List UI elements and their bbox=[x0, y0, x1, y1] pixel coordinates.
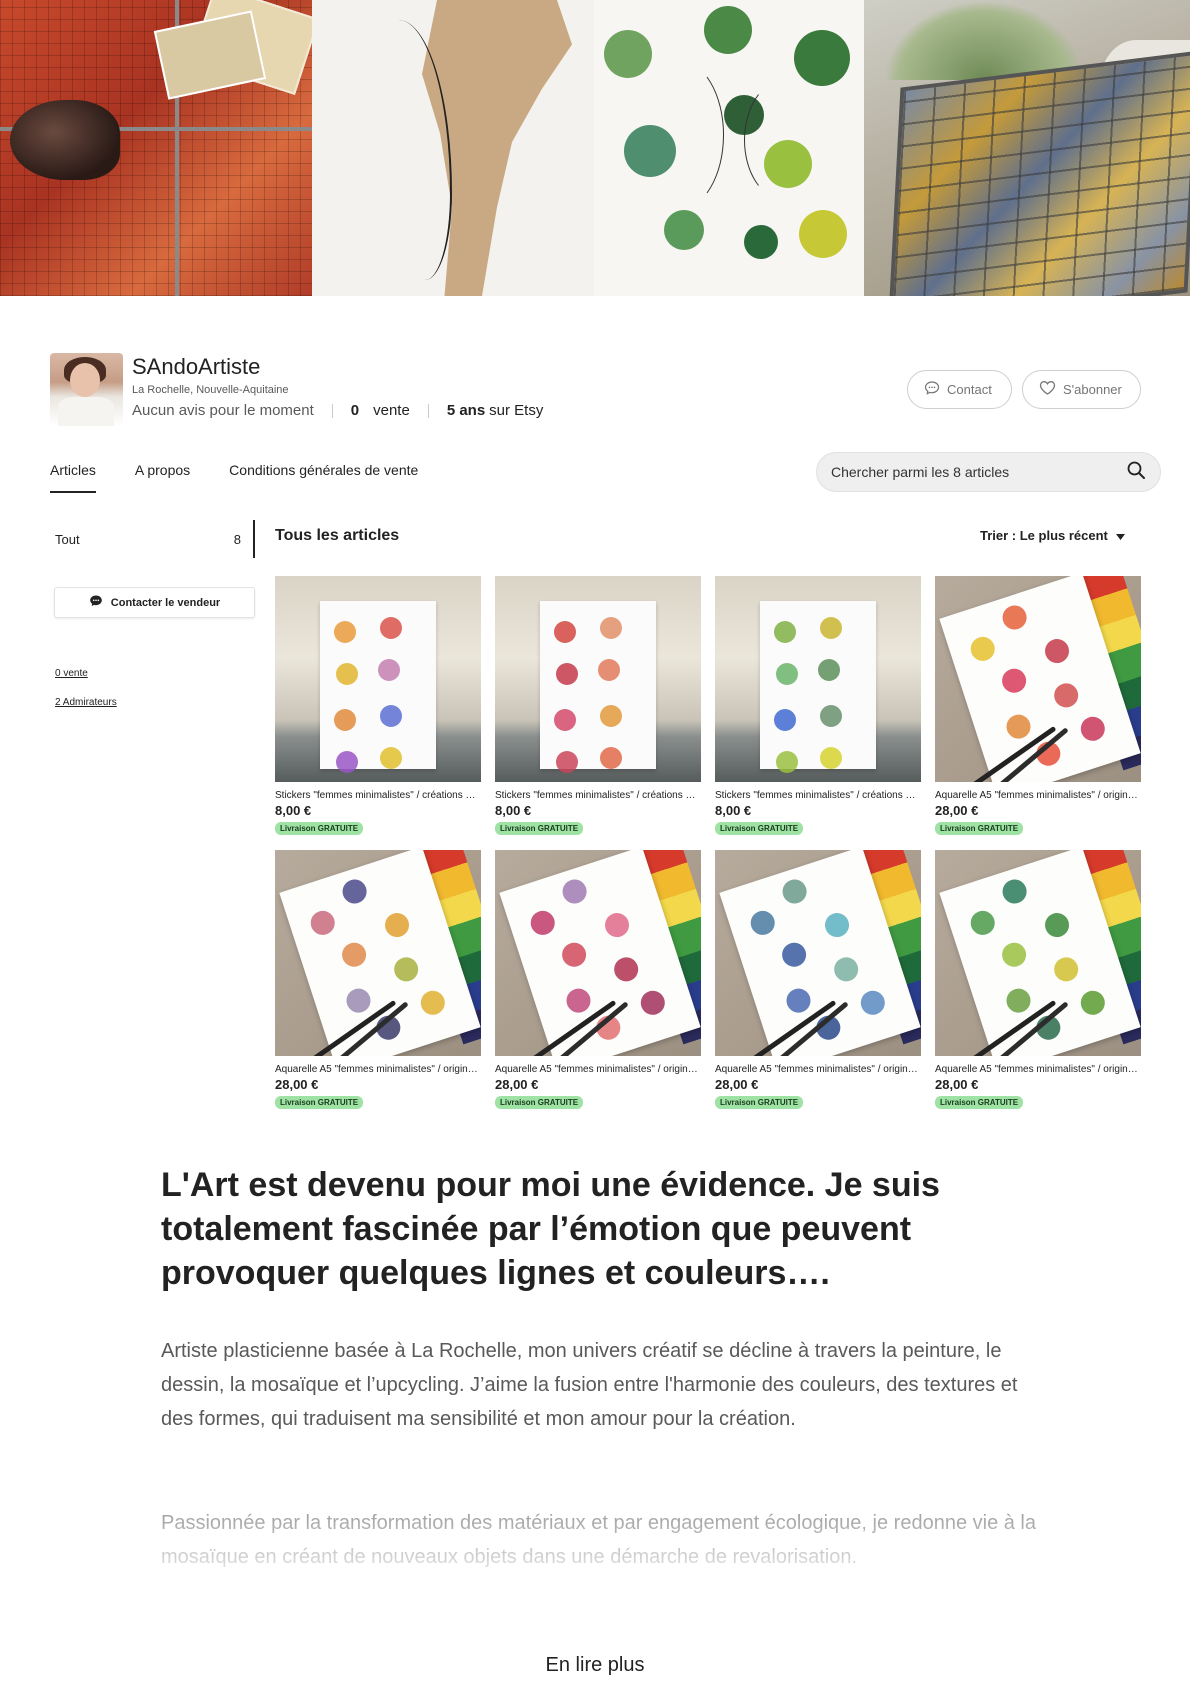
shop-tabs: Articles A propos Conditions générales d… bbox=[50, 462, 418, 493]
search-icon[interactable] bbox=[1126, 460, 1146, 485]
shop-search bbox=[816, 452, 1161, 492]
listing-price: 28,00 € bbox=[495, 1077, 539, 1092]
listing-image[interactable] bbox=[495, 576, 701, 782]
listing-image[interactable] bbox=[715, 576, 921, 782]
listing-price: 28,00 € bbox=[275, 1077, 319, 1092]
listing-title: Tous les articles bbox=[275, 527, 400, 544]
shop-avatar[interactable] bbox=[50, 353, 123, 426]
sales-link[interactable]: 0 vente bbox=[55, 668, 88, 679]
listing-title-text[interactable]: Stickers "femmes minimalistes" / créatio… bbox=[495, 790, 701, 801]
banner-image-watercolor bbox=[594, 0, 864, 296]
listing-card[interactable]: Stickers "femmes minimalistes" / créatio… bbox=[715, 576, 921, 836]
years-on-etsy: 5 ans bbox=[446, 402, 486, 419]
listing-image[interactable] bbox=[275, 576, 481, 782]
sort-label: Trier : Le plus récent bbox=[980, 528, 1108, 543]
listing-title-text[interactable]: Aquarelle A5 "femmes minimalistes" / ori… bbox=[495, 1064, 701, 1075]
free-shipping-badge: Livraison GRATUITE bbox=[275, 1096, 364, 1109]
listing-card[interactable]: Aquarelle A5 "femmes minimalistes" / ori… bbox=[935, 576, 1141, 836]
listing-price: 28,00 € bbox=[935, 803, 979, 818]
heart-icon bbox=[1039, 380, 1056, 399]
banner-image-collage bbox=[312, 0, 594, 296]
banner-image-mosaic bbox=[0, 0, 312, 296]
listing-price: 8,00 € bbox=[715, 803, 752, 818]
tab-terms[interactable]: Conditions générales de vente bbox=[229, 462, 418, 493]
listing-price: 28,00 € bbox=[935, 1077, 979, 1092]
admirers-link[interactable]: 2 Admirateurs bbox=[55, 697, 117, 708]
sort-dropdown[interactable]: Trier : Le plus récent bbox=[980, 528, 1125, 543]
listing-image[interactable] bbox=[935, 576, 1141, 782]
about-headline: L'Art est devenu pour moi une évidence. … bbox=[161, 1166, 940, 1292]
search-input[interactable] bbox=[831, 464, 1126, 480]
free-shipping-badge: Livraison GRATUITE bbox=[715, 1096, 804, 1109]
contact-label: Contact bbox=[947, 382, 992, 397]
sales-label: vente bbox=[373, 402, 410, 419]
listing-card[interactable]: Aquarelle A5 "femmes minimalistes" / ori… bbox=[715, 850, 921, 1110]
banner-image-mosaic-table bbox=[864, 0, 1190, 296]
shop-name: SAndoArtiste bbox=[132, 354, 261, 379]
message-icon bbox=[89, 594, 103, 611]
listing-image[interactable] bbox=[935, 850, 1141, 1056]
free-shipping-badge: Livraison GRATUITE bbox=[935, 1096, 1024, 1109]
about-paragraph-2: Passionnée par la transformation des mat… bbox=[161, 1506, 1041, 1574]
listing-card[interactable]: Aquarelle A5 "femmes minimalistes" / ori… bbox=[495, 850, 701, 1110]
listing-image[interactable] bbox=[495, 850, 701, 1056]
listing-title-text[interactable]: Aquarelle A5 "femmes minimalistes" / ori… bbox=[935, 1064, 1141, 1075]
listing-card[interactable]: Aquarelle A5 "femmes minimalistes" / ori… bbox=[275, 850, 481, 1110]
years-suffix: sur Etsy bbox=[489, 402, 544, 419]
listing-card[interactable]: Aquarelle A5 "femmes minimalistes" / ori… bbox=[935, 850, 1141, 1110]
listing-title-text[interactable]: Aquarelle A5 "femmes minimalistes" / ori… bbox=[935, 790, 1141, 801]
listing-card[interactable]: Stickers "femmes minimalistes" / créatio… bbox=[495, 576, 701, 836]
sidebar-item-all[interactable]: Tout 8 bbox=[55, 520, 255, 558]
sidebar-all-count: 8 bbox=[233, 531, 241, 547]
free-shipping-badge: Livraison GRATUITE bbox=[715, 822, 804, 835]
follow-label: S'abonner bbox=[1063, 382, 1122, 397]
tab-articles[interactable]: Articles bbox=[50, 462, 96, 493]
free-shipping-badge: Livraison GRATUITE bbox=[495, 1096, 584, 1109]
message-icon bbox=[924, 380, 940, 399]
sidebar-all-label: Tout bbox=[55, 531, 80, 547]
listing-card[interactable]: Stickers "femmes minimalistes" / créatio… bbox=[275, 576, 481, 836]
listing-title-text[interactable]: Stickers "femmes minimalistes" / créatio… bbox=[715, 790, 921, 801]
shop-location: La Rochelle, Nouvelle-Aquitaine bbox=[132, 384, 289, 396]
free-shipping-badge: Livraison GRATUITE bbox=[495, 822, 584, 835]
reviews-status: Aucun avis pour le moment bbox=[132, 402, 314, 419]
listing-price: 8,00 € bbox=[275, 803, 312, 818]
caret-down-icon bbox=[1115, 528, 1125, 543]
listing-price: 8,00 € bbox=[495, 803, 532, 818]
listing-price: 28,00 € bbox=[715, 1077, 759, 1092]
tab-about[interactable]: A propos bbox=[135, 462, 190, 493]
about-paragraph-1: Artiste plasticienne basée à La Rochelle… bbox=[161, 1340, 1018, 1430]
listing-title-text[interactable]: Stickers "femmes minimalistes" / créatio… bbox=[275, 790, 481, 801]
follow-button[interactable]: S'abonner bbox=[1022, 370, 1141, 409]
shop-stats: Aucun avis pour le moment 0 vente 5 ans … bbox=[132, 402, 543, 419]
listing-image[interactable] bbox=[715, 850, 921, 1056]
listing-title-text[interactable]: Aquarelle A5 "femmes minimalistes" / ori… bbox=[715, 1064, 921, 1075]
sales-count: 0 bbox=[350, 402, 360, 419]
contact-seller-button[interactable]: Contacter le vendeur bbox=[54, 587, 255, 618]
listing-title-text[interactable]: Aquarelle A5 "femmes minimalistes" / ori… bbox=[275, 1064, 481, 1075]
shop-banner bbox=[0, 0, 1190, 296]
read-more-link[interactable]: En lire plus bbox=[0, 1654, 1190, 1677]
listing-image[interactable] bbox=[275, 850, 481, 1056]
contact-seller-label: Contacter le vendeur bbox=[110, 596, 221, 609]
free-shipping-badge: Livraison GRATUITE bbox=[275, 822, 364, 835]
free-shipping-badge: Livraison GRATUITE bbox=[935, 822, 1024, 835]
contact-button[interactable]: Contact bbox=[907, 370, 1012, 409]
